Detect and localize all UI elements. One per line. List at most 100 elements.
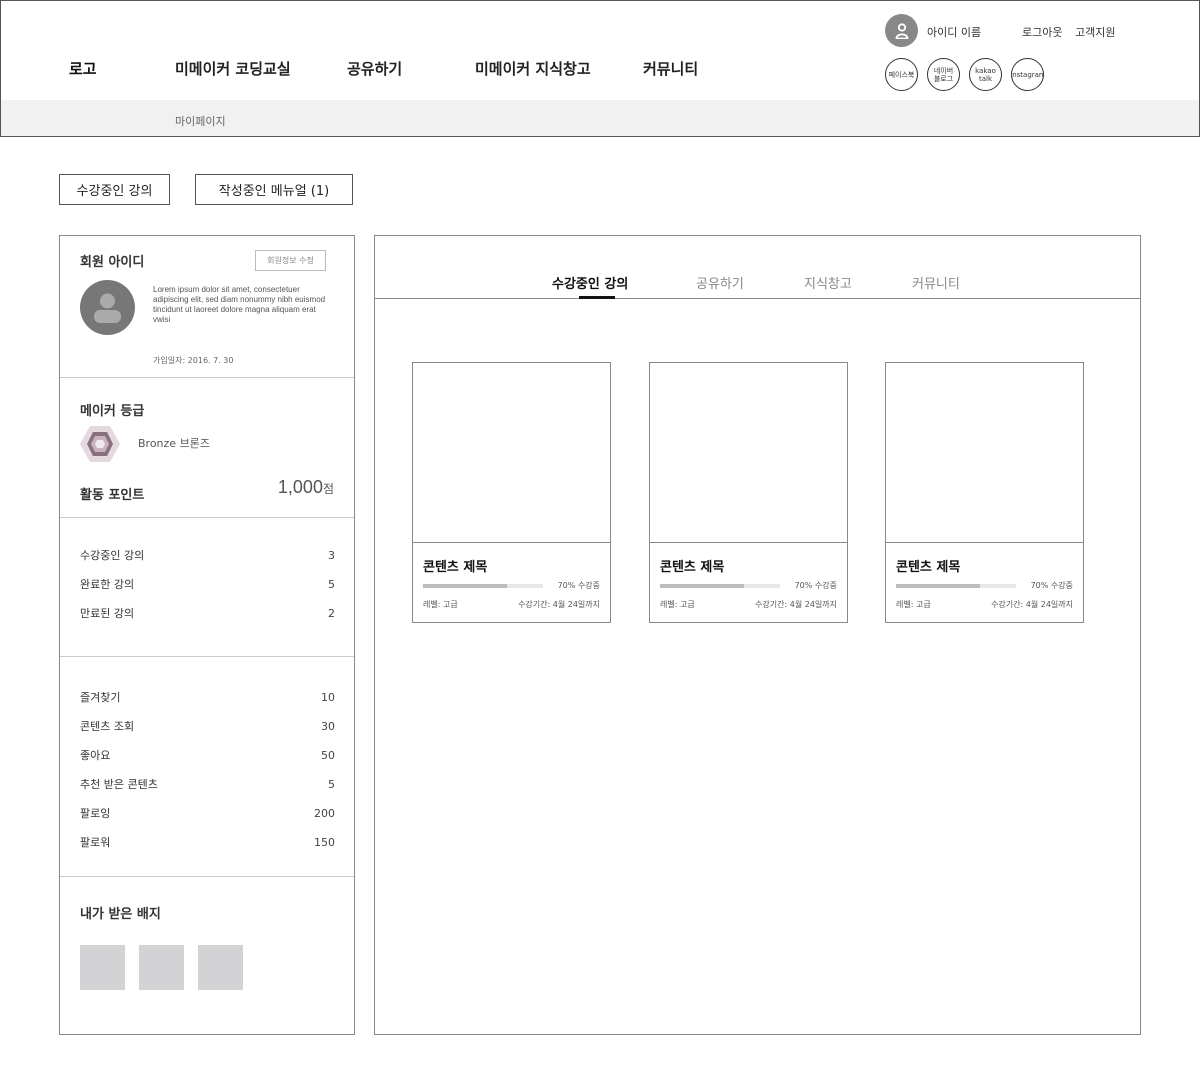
stat-label: 콘텐츠 조회 [80,720,135,733]
support-link[interactable]: 고객지원 [1075,24,1115,40]
course-progress-bar [896,584,1016,588]
stat-value: 50 [321,748,335,762]
stat-value: 30 [321,719,335,733]
naver-blog-link[interactable]: 네이버 블로그 [927,58,960,91]
facebook-link[interactable]: 페이스북 [885,58,918,91]
stat-value: 150 [314,835,335,849]
stat-value: 200 [314,806,335,820]
course-progress-fill [423,584,507,588]
logo[interactable]: 로고 [69,58,97,79]
grade-section: 메이커 등급 Bronze 브론즈 활동 포인트 1,000점 [60,378,354,518]
course-card[interactable]: 콘텐츠 제목 70% 수강중 레벨: 고급 수강기간: 4월 24일까지 [412,362,611,623]
course-period: 수강기간: 4월 24일까지 [518,600,600,609]
stat-row[interactable]: 추천 받은 콘텐츠 5 [80,775,335,793]
course-card[interactable]: 콘텐츠 제목 70% 수강중 레벨: 고급 수강기간: 4월 24일까지 [649,362,848,623]
stat-row[interactable]: 좋아요 50 [80,746,335,764]
activity-point-label: 활동 포인트 [80,488,145,503]
badges-title: 내가 받은 배지 [80,907,161,922]
maker-grade-title: 메이커 등급 [80,404,145,419]
point-unit: 점 [322,482,334,496]
course-card[interactable]: 콘텐츠 제목 70% 수강중 레벨: 고급 수강기간: 4월 24일까지 [885,362,1084,623]
point-number: 1,000 [277,477,323,497]
nav-coding-class[interactable]: 미메이커 코딩교실 [175,58,291,79]
user-name: 아이디 이름 [927,26,982,39]
stat-label: 완료한 강의 [80,578,135,591]
kakaotalk-link[interactable]: kakao talk [969,58,1002,91]
course-progress-text: 70% 수강중 [1030,581,1073,590]
course-progress-fill [896,584,980,588]
course-level: 레벨: 고급 [660,600,695,609]
course-progress-text: 70% 수강중 [557,581,600,590]
course-title: 콘텐츠 제목 [660,560,725,575]
member-id-title: 회원 아이디 [80,255,145,270]
course-thumbnail[interactable] [413,363,610,543]
stat-row[interactable]: 만료된 강의 2 [80,604,335,622]
badge-placeholder[interactable] [80,945,125,990]
tab-knowledge[interactable]: 지식창고 [804,273,852,292]
logout-link[interactable]: 로그아웃 [1022,24,1062,40]
stat-label: 팔로잉 [80,807,111,820]
profile-silhouette-icon [80,280,135,335]
enrolled-courses-button[interactable]: 수강중인 강의 [59,174,170,205]
course-level: 레벨: 고급 [423,600,458,609]
content-tabs: 수강중인 강의 공유하기 지식창고 커뮤니티 [375,236,1140,299]
course-thumbnail[interactable] [886,363,1083,543]
edit-profile-button[interactable]: 회원정보 수정 [255,250,326,271]
instagram-label: instagram [1011,70,1044,79]
kakaotalk-label: kakao talk [975,66,996,83]
stat-label: 추천 받은 콘텐츠 [80,778,158,791]
course-period: 수강기간: 4월 24일까지 [755,600,837,609]
activity-point-value: 1,000점 [278,477,334,498]
active-tab-indicator [579,296,615,299]
nav-share[interactable]: 공유하기 [347,58,402,79]
stat-row[interactable]: 팔로잉 200 [80,804,335,822]
sub-navigation-bar: 마이페이지 [0,100,1200,137]
badge-placeholder[interactable] [198,945,243,990]
stat-row[interactable]: 팔로워 150 [80,833,335,851]
draft-manuals-button[interactable]: 작성중인 메뉴얼 (1) [195,174,353,205]
course-progress-text: 70% 수강중 [794,581,837,590]
tab-enrolled-courses[interactable]: 수강중인 강의 [552,273,628,292]
course-level: 레벨: 고급 [896,600,931,609]
stat-row[interactable]: 완료한 강의 5 [80,575,335,593]
facebook-label: 페이스북 [888,70,915,79]
nav-community[interactable]: 커뮤니티 [643,58,698,79]
main-content-panel: 수강중인 강의 공유하기 지식창고 커뮤니티 콘텐츠 제목 70% 수강중 레벨… [374,235,1141,1035]
activity-stats-section: 즐겨찾기 10 콘텐츠 조회 30 좋아요 50 추천 받은 콘텐츠 5 팔로잉 200 … [60,657,354,877]
nav-knowledge[interactable]: 미메이커 지식창고 [475,58,591,79]
tab-share[interactable]: 공유하기 [696,273,744,292]
stat-label: 좋아요 [80,749,111,762]
stat-label: 팔로워 [80,836,111,849]
course-progress-fill [660,584,744,588]
course-thumbnail[interactable] [650,363,847,543]
breadcrumb[interactable]: 마이페이지 [175,113,226,129]
course-period: 수강기간: 4월 24일까지 [991,600,1073,609]
user-icon [885,14,918,47]
stat-row[interactable]: 수강중인 강의 3 [80,546,335,564]
stat-row[interactable]: 즐겨찾기 10 [80,688,335,706]
course-title: 콘텐츠 제목 [423,560,488,575]
stat-value: 2 [328,606,335,620]
naver-blog-label: 네이버 블로그 [933,66,954,83]
badge-placeholder[interactable] [139,945,184,990]
site-header: 로고 미메이커 코딩교실 공유하기 미메이커 지식창고 커뮤니티 아이디 이름 … [0,0,1200,101]
grade-name: Bronze 브론즈 [138,437,210,450]
stat-label: 즐겨찾기 [80,691,121,704]
stat-label: 만료된 강의 [80,607,135,620]
join-date: 가입일자: 2016. 7. 30 [153,356,234,365]
badge-section: 내가 받은 배지 [60,877,354,1034]
stat-label: 수강중인 강의 [80,549,145,562]
course-progress-bar [660,584,780,588]
member-section: 회원 아이디 회원정보 수정 Lorem ipsum dolor sit ame… [60,236,354,378]
profile-intro: Lorem ipsum dolor sit amet, consectetuer… [153,285,326,324]
stat-row[interactable]: 콘텐츠 조회 30 [80,717,335,735]
course-title: 콘텐츠 제목 [896,560,961,575]
tab-community[interactable]: 커뮤니티 [912,273,960,292]
stat-value: 5 [328,777,335,791]
instagram-link[interactable]: instagram [1011,58,1044,91]
stat-value: 3 [328,548,335,562]
stat-value: 5 [328,577,335,591]
course-progress-bar [423,584,543,588]
profile-sidebar: 회원 아이디 회원정보 수정 Lorem ipsum dolor sit ame… [59,235,355,1035]
course-stats-section: 수강중인 강의 3 완료한 강의 5 만료된 강의 2 [60,518,354,657]
